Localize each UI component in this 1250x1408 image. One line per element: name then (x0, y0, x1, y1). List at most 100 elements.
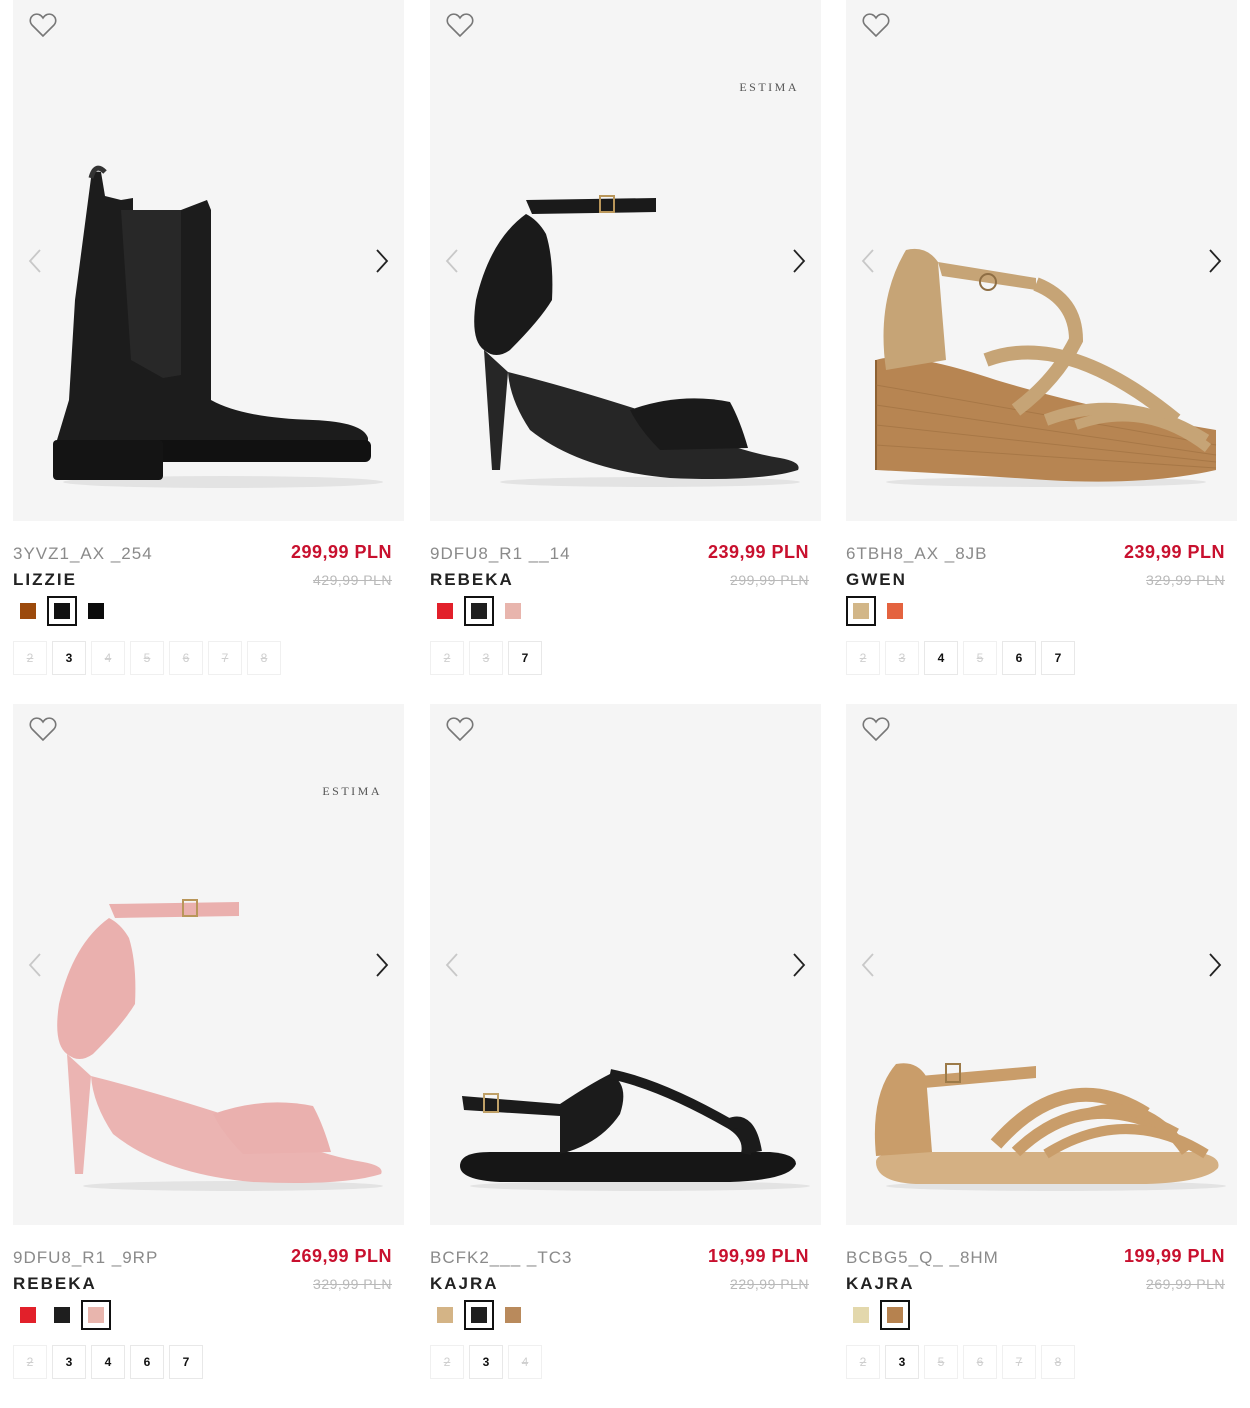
shoe-image (474, 195, 800, 487)
size-option[interactable]: 3 (52, 641, 86, 675)
product-name[interactable]: REBEKA (430, 570, 514, 590)
product-image-area[interactable] (13, 0, 404, 521)
color-swatch[interactable] (846, 596, 876, 626)
size-option[interactable]: 6 (1002, 641, 1036, 675)
shoe-image (875, 248, 1217, 487)
chevron-right-icon[interactable] (372, 950, 392, 980)
color-swatch[interactable] (81, 1300, 111, 1330)
size-option[interactable]: 3 (52, 1345, 86, 1379)
size-option[interactable]: 4 (91, 641, 125, 675)
color-swatch[interactable] (880, 596, 910, 626)
color-swatches (13, 596, 111, 626)
heart-icon[interactable] (29, 12, 57, 38)
color-swatch[interactable] (464, 596, 494, 626)
product-code: BCFK2___ _TC3 (430, 1248, 573, 1267)
shoe-image (53, 165, 383, 488)
color-swatches (846, 1300, 910, 1330)
chevron-right-icon[interactable] (789, 950, 809, 980)
size-options: 234 (430, 1345, 542, 1379)
chevron-right-icon[interactable] (372, 246, 392, 276)
size-option[interactable]: 3 (469, 1345, 503, 1379)
color-swatch[interactable] (498, 1300, 528, 1330)
chevron-left-icon[interactable] (25, 950, 45, 980)
heart-icon[interactable] (862, 716, 890, 742)
size-option[interactable]: 3 (469, 641, 503, 675)
color-swatch[interactable] (81, 596, 111, 626)
shoe-image (874, 1063, 1226, 1191)
product-info: 3YVZ1_AX _254 299,99 PLN LIZZIE 429,99 P… (13, 540, 404, 680)
product-code: 9DFU8_R1 _9RP (13, 1248, 159, 1267)
size-option[interactable]: 5 (130, 641, 164, 675)
size-option[interactable]: 2 (846, 1345, 880, 1379)
color-swatch[interactable] (13, 596, 43, 626)
size-option[interactable]: 4 (924, 641, 958, 675)
color-swatches (846, 596, 910, 626)
product-info: 9DFU8_R1 _9RP 269,99 PLN REBEKA 329,99 P… (13, 1244, 404, 1384)
original-price: 299,99 PLN (730, 572, 809, 588)
shoe-image (460, 1069, 810, 1191)
product-name[interactable]: KAJRA (430, 1274, 499, 1294)
size-option[interactable]: 2 (13, 1345, 47, 1379)
size-option[interactable]: 5 (924, 1345, 958, 1379)
product-name[interactable]: KAJRA (846, 1274, 915, 1294)
size-option[interactable]: 7 (169, 1345, 203, 1379)
size-option[interactable]: 2 (430, 1345, 464, 1379)
sale-price: 299,99 PLN (290, 542, 392, 562)
size-option[interactable]: 7 (1002, 1345, 1036, 1379)
chevron-left-icon[interactable] (442, 950, 462, 980)
size-option[interactable]: 7 (1041, 641, 1075, 675)
color-swatch[interactable] (430, 596, 460, 626)
product-info: BCFK2___ _TC3 199,99 PLN KAJRA 229,99 PL… (430, 1244, 821, 1384)
chevron-left-icon[interactable] (25, 246, 45, 276)
heart-icon[interactable] (446, 716, 474, 742)
chevron-right-icon[interactable] (1205, 246, 1225, 276)
size-option[interactable]: 3 (885, 641, 919, 675)
product-image-area[interactable]: ESTIMA (13, 704, 404, 1225)
color-swatch[interactable] (464, 1300, 494, 1330)
size-option[interactable]: 8 (247, 641, 281, 675)
size-option[interactable]: 7 (208, 641, 242, 675)
heart-icon[interactable] (29, 716, 57, 742)
color-swatch[interactable] (47, 596, 77, 626)
product-name[interactable]: GWEN (846, 570, 907, 590)
sale-price: 239,99 PLN (1123, 542, 1225, 562)
size-option[interactable]: 3 (885, 1345, 919, 1379)
product-image-area[interactable] (430, 704, 821, 1225)
size-option[interactable]: 4 (91, 1345, 125, 1379)
chevron-left-icon[interactable] (858, 950, 878, 980)
product-name[interactable]: REBEKA (13, 1274, 97, 1294)
original-price: 229,99 PLN (730, 1276, 809, 1292)
color-swatch[interactable] (880, 1300, 910, 1330)
product-image-area[interactable] (846, 0, 1237, 521)
color-swatch[interactable] (13, 1300, 43, 1330)
chevron-right-icon[interactable] (1205, 950, 1225, 980)
chevron-right-icon[interactable] (789, 246, 809, 276)
size-option[interactable]: 5 (963, 641, 997, 675)
size-option[interactable]: 2 (846, 641, 880, 675)
size-option[interactable]: 2 (430, 641, 464, 675)
color-swatch[interactable] (47, 1300, 77, 1330)
color-swatch[interactable] (498, 596, 528, 626)
product-image-area[interactable]: ESTIMA (430, 0, 821, 521)
color-swatches (430, 596, 528, 626)
product-code: 9DFU8_R1 __14 (430, 544, 571, 563)
size-options: 237 (430, 641, 542, 675)
original-price: 269,99 PLN (1146, 1276, 1225, 1292)
size-option[interactable]: 7 (508, 641, 542, 675)
chevron-left-icon[interactable] (442, 246, 462, 276)
color-swatch[interactable] (846, 1300, 876, 1330)
size-option[interactable]: 4 (508, 1345, 542, 1379)
size-option[interactable]: 2 (13, 641, 47, 675)
sale-price: 199,99 PLN (707, 1246, 809, 1266)
size-option[interactable]: 6 (963, 1345, 997, 1379)
product-image-area[interactable] (846, 704, 1237, 1225)
heart-icon[interactable] (862, 12, 890, 38)
color-swatch[interactable] (430, 1300, 460, 1330)
heart-icon[interactable] (446, 12, 474, 38)
product-name[interactable]: LIZZIE (13, 570, 77, 590)
size-option[interactable]: 6 (130, 1345, 164, 1379)
size-option[interactable]: 8 (1041, 1345, 1075, 1379)
size-option[interactable]: 6 (169, 641, 203, 675)
chevron-left-icon[interactable] (858, 246, 878, 276)
original-price: 329,99 PLN (313, 1276, 392, 1292)
